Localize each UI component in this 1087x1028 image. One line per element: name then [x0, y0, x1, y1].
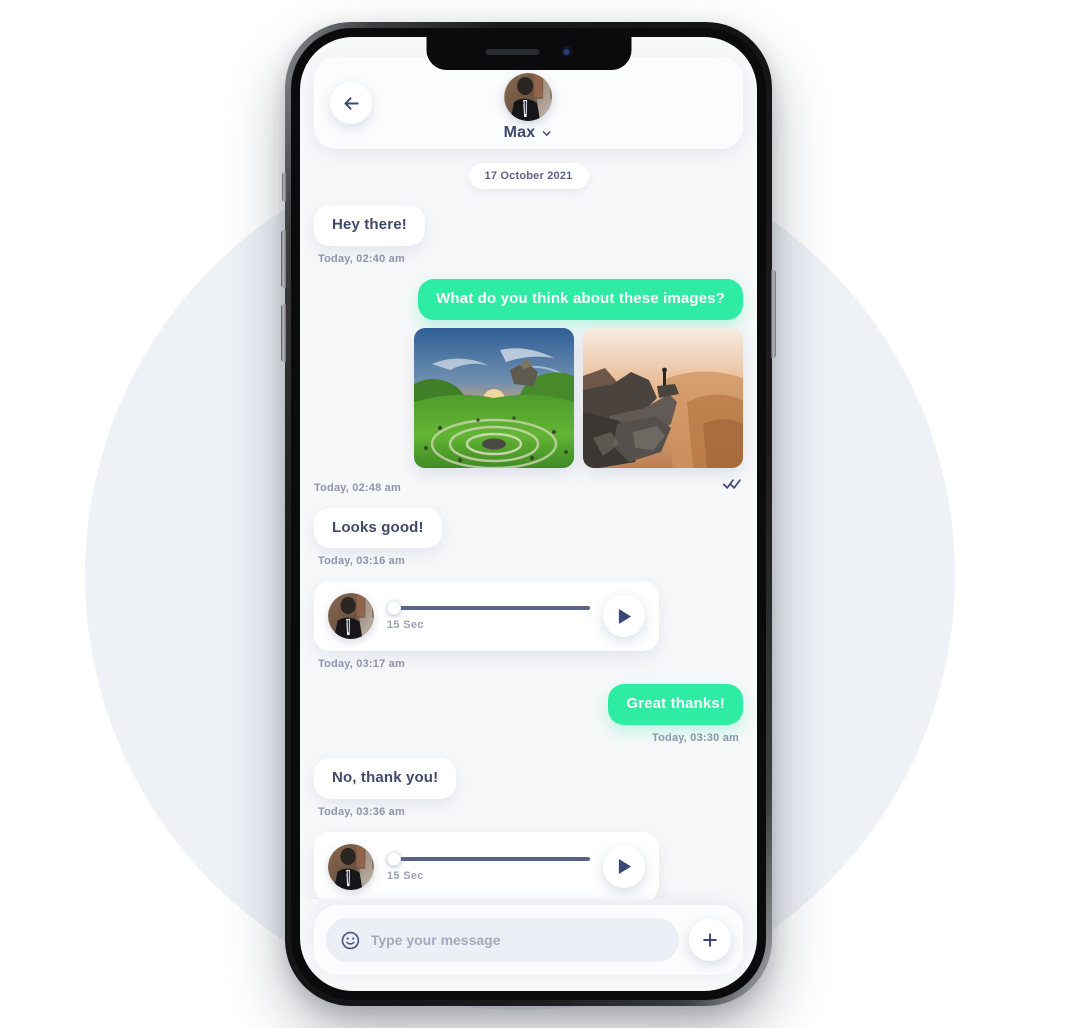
- phone-notch: [426, 37, 631, 70]
- message-bubble-incoming[interactable]: Hey there!: [314, 205, 425, 246]
- volume-down-button[interactable]: [281, 304, 286, 362]
- voice-duration-label: 15 Sec: [387, 619, 424, 632]
- read-receipt-status: [723, 477, 743, 491]
- mute-switch-button[interactable]: [282, 172, 286, 202]
- message-item: Hey there! Today, 02:40 am: [314, 205, 743, 265]
- image-attachment[interactable]: [583, 327, 743, 468]
- message-timestamp: Today, 02:40 am: [318, 252, 405, 265]
- voice-duration-label: 15 Sec: [387, 869, 424, 882]
- chevron-down-icon[interactable]: [540, 127, 553, 140]
- image-attachment-group: [414, 327, 743, 468]
- play-icon: [618, 608, 631, 624]
- canyon-cliff-image: [583, 327, 743, 468]
- volume-up-button[interactable]: [281, 230, 286, 288]
- message-bubble-incoming[interactable]: Looks good!: [314, 507, 442, 549]
- voice-progress-area: 15 Sec: [387, 851, 590, 882]
- message-timestamp: Today, 03:36 am: [318, 805, 405, 818]
- contact-header-info[interactable]: Max: [504, 73, 554, 142]
- voice-slider-track: [395, 856, 590, 861]
- double-check-icon: [723, 479, 741, 489]
- message-composer-bar: [314, 905, 743, 975]
- voice-slider-track: [395, 606, 590, 611]
- message-timestamp: Today, 03:30 am: [652, 732, 739, 744]
- message-item-images: Today, 02:48 am: [314, 327, 743, 494]
- message-input[interactable]: [370, 932, 665, 948]
- avatar-image: [328, 593, 374, 640]
- chat-header: Max: [314, 57, 743, 149]
- power-button[interactable]: [771, 270, 776, 358]
- plus-icon: [703, 933, 717, 947]
- add-attachment-button[interactable]: [689, 919, 731, 961]
- avatar-image: [328, 843, 374, 890]
- front-camera-icon: [561, 46, 572, 57]
- contact-avatar[interactable]: [504, 73, 553, 121]
- voice-play-button[interactable]: [603, 845, 645, 888]
- message-bubble-outgoing[interactable]: Great thanks!: [608, 684, 743, 725]
- voice-sender-avatar: [328, 593, 374, 640]
- date-separator-label: 17 October 2021: [468, 163, 589, 189]
- avatar-image: [504, 73, 553, 121]
- contact-name: Max: [503, 124, 536, 141]
- message-input-wrapper[interactable]: [326, 918, 679, 962]
- smiley-icon[interactable]: [340, 929, 361, 952]
- message-timestamp: Today, 03:16 am: [318, 555, 405, 568]
- contact-name-row[interactable]: Max: [504, 124, 554, 142]
- message-item-voice: 15 Sec Today, 03:17 am: [314, 581, 743, 670]
- voice-message-player[interactable]: 15 Sec: [314, 581, 659, 652]
- date-separator: 17 October 2021: [314, 163, 743, 189]
- message-timestamp: Today, 03:17 am: [318, 658, 405, 671]
- voice-slider-thumb[interactable]: [387, 601, 401, 616]
- message-item: No, thank you! Today, 03:36 am: [314, 758, 743, 818]
- voice-progress-slider[interactable]: [387, 601, 590, 616]
- voice-progress-area: 15 Sec: [387, 601, 590, 631]
- voice-sender-avatar: [328, 843, 374, 890]
- image-attachment[interactable]: [414, 327, 574, 468]
- valley-sunset-image: [414, 327, 574, 468]
- message-item: Great thanks! Today, 03:30 am: [314, 684, 743, 744]
- arrow-left-icon: [343, 96, 359, 110]
- message-bubble-outgoing[interactable]: What do you think about these images?: [418, 278, 743, 320]
- voice-play-button[interactable]: [603, 595, 645, 638]
- earpiece-speaker-icon: [485, 48, 539, 55]
- message-item: Looks good! Today, 03:16 am: [314, 507, 743, 568]
- message-timestamp: Today, 02:48 am: [314, 481, 401, 494]
- back-button[interactable]: [330, 82, 372, 124]
- phone-screen: Max 17 October 2021 Hey there! Today, 02…: [300, 37, 757, 991]
- voice-message-player[interactable]: 15 Sec: [314, 831, 659, 899]
- phone-device-frame: Max 17 October 2021 Hey there! Today, 02…: [281, 22, 776, 1006]
- message-bubble-incoming[interactable]: No, thank you!: [314, 758, 457, 799]
- voice-progress-slider[interactable]: [387, 851, 590, 866]
- message-item-voice: 15 Sec Today, 03:17 am: [314, 831, 743, 899]
- play-icon: [618, 859, 631, 875]
- image-message-meta: Today, 02:48 am: [314, 475, 743, 494]
- phone-bezel: Max 17 October 2021 Hey there! Today, 02…: [291, 28, 766, 1000]
- chat-message-list[interactable]: 17 October 2021 Hey there! Today, 02:40 …: [300, 155, 757, 899]
- voice-slider-thumb[interactable]: [387, 851, 401, 866]
- message-item: What do you think about these images?: [314, 278, 743, 320]
